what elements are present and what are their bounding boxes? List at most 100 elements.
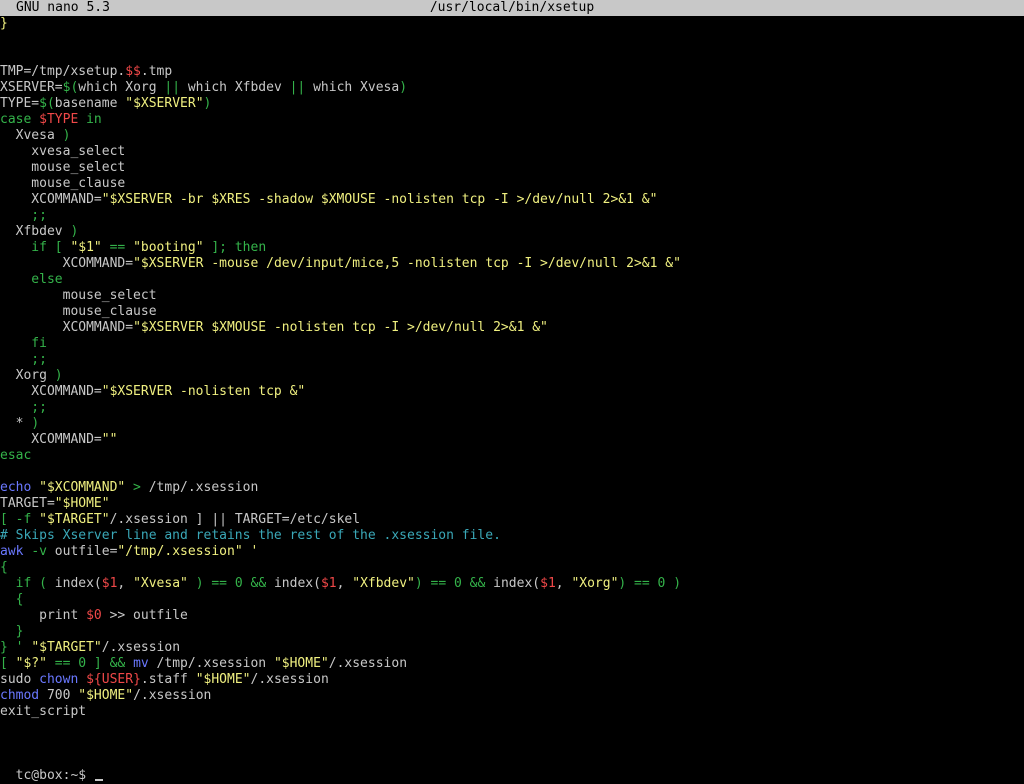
code-token: "$XSERVER $XMOUSE -nolisten tcp -I >/dev…: [133, 320, 548, 335]
code-line: TYPE=$(basename "$XSERVER"): [0, 96, 1024, 112]
code-line: xvesa_select: [0, 144, 1024, 160]
code-line: Xvesa ): [0, 128, 1024, 144]
code-line: XCOMMAND="$XSERVER $XMOUSE -nolisten tcp…: [0, 320, 1024, 336]
code-line: exit_script: [0, 704, 1024, 720]
code-token: TYPE=: [0, 96, 40, 111]
editor-buffer[interactable]: } TMP=/tmp/xsetup.$$.tmp XSERVER=$(which X…: [0, 16, 1024, 720]
code-token: ${USER}: [86, 672, 141, 687]
code-token: [ -f: [0, 512, 40, 527]
code-line: sudo chown ${USER}.staff "$HOME"/.xsessi…: [0, 672, 1024, 688]
code-line: if ( index($1, "Xvesa" ) == 0 && index($…: [0, 576, 1024, 592]
code-line: {: [0, 592, 1024, 608]
code-token: /.xsession ] || TARGET=/etc/skel: [109, 512, 361, 527]
shell-prompt[interactable]: tc@box:~$: [0, 752, 103, 783]
code-token: .staff: [140, 672, 196, 687]
code-token: "$XSERVER -nolisten tcp &": [101, 384, 306, 399]
code-token: $0: [86, 608, 102, 623]
code-line: XSERVER=$(which Xorg || which Xfbdev || …: [0, 80, 1024, 96]
code-line: ;;: [0, 400, 1024, 416]
code-line: fi: [0, 336, 1024, 352]
code-line: if [ "$1" == "booting" ]; then: [0, 240, 1024, 256]
code-token: $1: [101, 576, 118, 591]
nano-title-bar: GNU nano 5.3 /usr/local/bin/xsetup: [0, 0, 1024, 16]
code-token: ||: [289, 80, 306, 95]
code-token: TMP=/tmp/xsetup.: [0, 64, 126, 79]
code-token: which Xorg: [78, 80, 165, 95]
code-token: /.xsession: [101, 640, 181, 655]
code-token: ;;: [0, 208, 47, 223]
code-token: "$HOME": [54, 496, 110, 511]
code-token: Xvesa: [0, 128, 63, 143]
code-token: "Xorg": [571, 576, 619, 591]
code-token: "Xvesa": [133, 576, 188, 591]
code-token: /.xsession: [133, 688, 212, 703]
code-token: {: [0, 560, 8, 575]
code-token: XSERVER=: [0, 80, 63, 95]
code-token: mouse_select: [0, 288, 157, 303]
code-token: >: [125, 480, 149, 495]
code-token: ) == 0 &&: [414, 576, 494, 591]
code-token: ': [242, 544, 259, 559]
code-token: XCOMMAND=: [0, 384, 102, 399]
code-token: "booting": [133, 240, 204, 255]
code-token: "$XCOMMAND": [39, 480, 126, 495]
text-cursor: [94, 779, 103, 781]
code-token: sudo: [0, 672, 40, 687]
code-line: echo "$XCOMMAND" > /tmp/.xsession: [0, 480, 1024, 496]
code-token: ): [31, 416, 40, 431]
code-token: index(: [493, 576, 541, 591]
code-token: ;;: [0, 400, 47, 415]
code-line: {: [0, 560, 1024, 576]
code-token: XCOMMAND=: [0, 320, 134, 335]
code-token: ==: [101, 240, 134, 255]
code-token: if (: [0, 576, 55, 591]
code-token: "$HOME": [78, 688, 134, 703]
code-line: }: [0, 16, 1024, 32]
prompt-text: tc@box:~$: [15, 768, 94, 783]
code-token: echo: [0, 480, 40, 495]
code-token: /.xsession: [250, 672, 329, 687]
code-line: mouse_clause: [0, 176, 1024, 192]
code-token: exit_script: [0, 704, 87, 719]
code-token: $TYPE: [39, 112, 79, 127]
code-line: } ' "$TARGET"/.xsession: [0, 640, 1024, 656]
code-token: esac: [0, 448, 32, 463]
code-token: Xorg: [0, 368, 55, 383]
code-token: {: [0, 592, 24, 607]
code-token: *: [0, 416, 32, 431]
code-token: $(: [62, 80, 79, 95]
code-token: case: [0, 112, 40, 127]
code-token: "$TARGET": [39, 512, 110, 527]
code-token: ): [54, 368, 63, 383]
code-line: Xfbdev ): [0, 224, 1024, 240]
code-token: XCOMMAND=: [0, 192, 102, 207]
code-token: "$HOME": [195, 672, 251, 687]
code-token: index(: [273, 576, 321, 591]
code-line: Xorg ): [0, 368, 1024, 384]
code-token: awk: [0, 544, 32, 559]
code-line: esac: [0, 448, 1024, 464]
code-token: "Xfbdev": [352, 576, 415, 591]
code-token: ): [399, 80, 408, 95]
code-line: awk -v outfile="/tmp/.xsession" ': [0, 544, 1024, 560]
code-token: $(: [39, 96, 55, 111]
code-token: $1: [540, 576, 556, 591]
code-token: xvesa_select: [0, 144, 126, 159]
code-token: }: [0, 16, 8, 31]
code-token: "": [101, 432, 118, 447]
code-token: mv: [133, 656, 157, 671]
code-token: TARGET=: [0, 496, 55, 511]
code-token: mouse_select: [0, 160, 126, 175]
code-token: ): [203, 96, 212, 111]
code-token: ]; then: [203, 240, 267, 255]
code-token: print: [0, 608, 87, 623]
code-token: -v: [31, 544, 55, 559]
code-token: ): [70, 224, 79, 239]
code-token: /tmp/.xsession: [148, 480, 259, 495]
code-token: ) == 0 &&: [187, 576, 274, 591]
code-token: .tmp: [140, 64, 173, 79]
code-token: } ': [0, 640, 32, 655]
code-token: ||: [164, 80, 181, 95]
code-token: "$HOME": [273, 656, 329, 671]
